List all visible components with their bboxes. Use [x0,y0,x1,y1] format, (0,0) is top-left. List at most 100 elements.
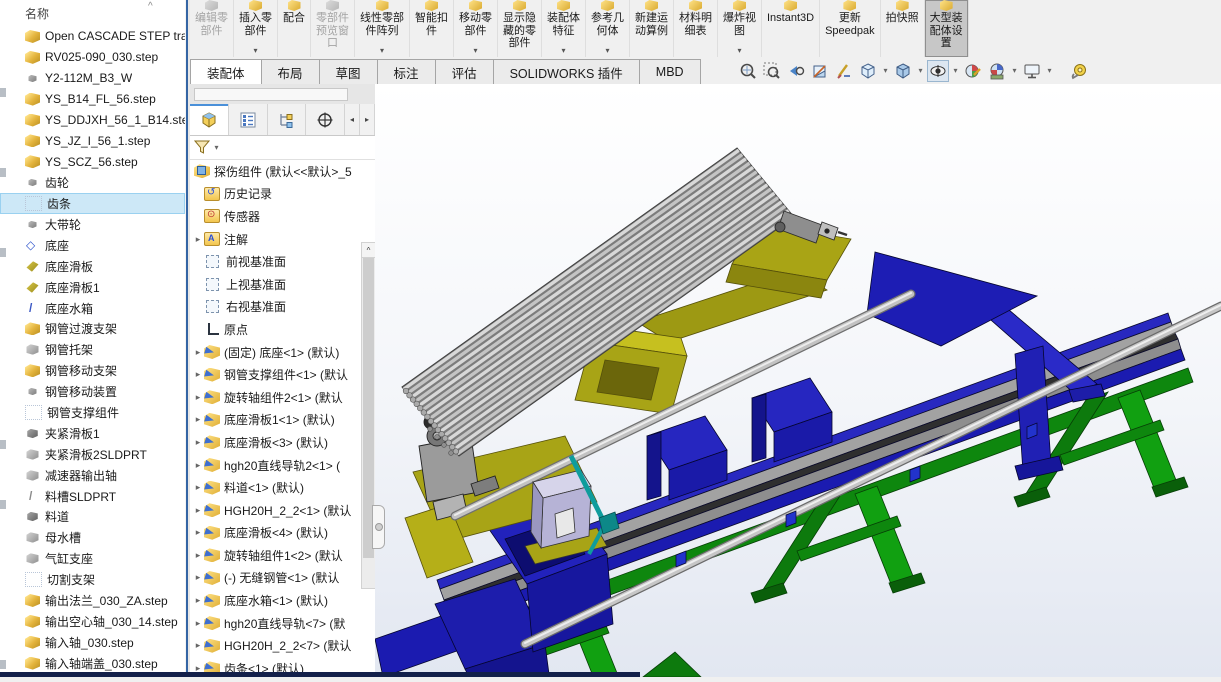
ribbon-button[interactable]: 大型装 配体设 置 [925,0,969,57]
ribbon-button[interactable]: 编辑零 部件 [190,0,234,57]
expand-arrow-icon[interactable]: ▸ [192,527,204,538]
display-style-icon[interactable] [892,60,914,82]
tree-item[interactable]: ▸ 钢管支撑组件<1> (默认 [190,363,375,386]
file-list-item[interactable]: YS_DDJXH_56_1_B14.ste [0,110,185,131]
ribbon-button[interactable]: 插入零 部件 ▾ [234,0,278,57]
file-list-item[interactable]: 底座 [0,235,185,256]
file-list-item[interactable]: YS_B14_FL_56.step [0,89,185,110]
file-list-item[interactable]: 输出法兰_030_ZA.step [0,590,185,611]
file-list-item[interactable]: 底座滑板 [0,256,185,277]
expand-arrow-icon[interactable]: ▸ [192,572,204,583]
ribbon-button[interactable]: 材料明 细表 [674,0,718,57]
file-list-item[interactable]: 切割支架 [0,569,185,590]
dimxpertmanager-tab[interactable] [306,104,345,135]
hide-show-items-caret-icon[interactable]: ▾ [951,66,960,75]
command-tab[interactable]: MBD [639,59,701,84]
command-tab[interactable]: 装配体 [190,59,262,84]
ribbon-button[interactable]: 爆炸视 图 ▾ [718,0,762,57]
tab-scroll-left-button[interactable]: ◂ [345,104,360,135]
filter-funnel-icon[interactable] [194,140,210,155]
command-tab[interactable]: 草图 [319,59,378,84]
expand-arrow-icon[interactable]: ▸ [192,392,204,403]
tree-item[interactable]: ▸ 料道<1> (默认) [190,476,375,499]
expand-arrow-icon[interactable]: ▸ [192,505,204,516]
ribbon-button[interactable]: 配合 [278,0,311,57]
edit-appearance-icon[interactable] [962,60,984,82]
name-column-header[interactable]: 名称 [25,5,49,22]
view-settings-icon[interactable] [1021,60,1043,82]
tree-root-item[interactable]: 探伤组件 (默认<<默认>_5 [190,160,375,183]
ribbon-button[interactable]: 智能扣 件 [410,0,454,57]
expand-arrow-icon[interactable]: ▸ [192,234,204,245]
file-list-item[interactable]: 夹紧滑板2SLDPRT [0,444,185,465]
expand-arrow-icon[interactable]: ▸ [192,663,204,672]
file-list-item[interactable]: 母水槽 [0,527,185,548]
expand-arrow-icon[interactable]: ▸ [192,618,204,629]
ribbon-button[interactable]: 新建运 动算例 [630,0,674,57]
ribbon-button[interactable]: Instant3D [762,0,820,57]
view-orientation-caret-icon[interactable]: ▾ [881,66,890,75]
expand-arrow-icon[interactable]: ▸ [192,640,204,651]
tree-item[interactable]: 原点 [190,318,375,341]
file-list-item[interactable]: 输入轴端盖_030.step [0,653,185,672]
tab-scroll-right-button[interactable]: ▸ [360,104,375,135]
view-orientation-icon[interactable] [857,60,879,82]
tree-item[interactable]: ▸ hgh20直线导轨2<1> ( [190,454,375,477]
file-list-item[interactable]: 钢管移动支架 [0,360,185,381]
file-list-item[interactable]: 气缸支座 [0,548,185,569]
tree-item[interactable]: ▸ 旋转轴组件1<2> (默认 [190,544,375,567]
tree-item[interactable]: 右视基准面 [190,296,375,319]
assembly-model[interactable] [375,84,1221,677]
measure-icon[interactable] [1068,60,1090,82]
tree-item[interactable]: 传感器 [190,205,375,228]
tree-item[interactable]: ▸ hgh20直线导轨<7> (默 [190,612,375,635]
hide-show-items-icon[interactable] [927,60,949,82]
file-list-item[interactable]: RV025-090_030.step [0,47,185,68]
expand-arrow-icon[interactable]: ▸ [192,595,204,606]
ribbon-button[interactable]: 拍快照 [881,0,925,57]
ribbon-button[interactable]: 装配体 特征 ▾ [542,0,586,57]
tree-item[interactable]: ▸ (-) 无缝钢管<1> (默认 [190,567,375,590]
tree-item[interactable]: 前视基准面 [190,250,375,273]
file-list-item[interactable]: Open CASCADE STEP tra [0,26,185,47]
expand-arrow-icon[interactable]: ▸ [192,460,204,471]
tree-item[interactable]: ▸ 底座滑板<3> (默认) [190,431,375,454]
apply-scene-icon[interactable] [986,60,1008,82]
configurationmanager-tab[interactable] [268,104,307,135]
annotation-view-icon[interactable] [833,60,855,82]
command-tab[interactable]: 评估 [435,59,494,84]
ribbon-button[interactable]: 零部件 预览窗 口 [311,0,355,57]
section-view-icon[interactable] [809,60,831,82]
tree-item[interactable]: ▸ HGH20H_2_2<7> (默认 [190,634,375,657]
tree-item[interactable]: 历史记录 [190,183,375,206]
scrollbar-up-arrow[interactable]: ^ [362,243,375,258]
tree-item[interactable]: ▸ 旋转轴组件2<1> (默认 [190,386,375,409]
ribbon-button[interactable]: 显示隐 藏的零 部件 [498,0,542,57]
command-tab[interactable]: SOLIDWORKS 插件 [493,59,640,84]
command-tab[interactable]: 布局 [261,59,320,84]
expand-arrow-icon[interactable]: ▸ [192,437,204,448]
tree-item[interactable]: ▸ (固定) 底座<1> (默认) [190,341,375,364]
tree-item[interactable]: ▸ HGH20H_2_2<1> (默认 [190,499,375,522]
file-list-item[interactable]: 输入轴_030.step [0,632,185,653]
ribbon-button[interactable]: 参考几 何体 ▾ [586,0,630,57]
ribbon-button[interactable]: 移动零 部件 ▾ [454,0,498,57]
tree-item[interactable]: ▸ 底座滑板1<1> (默认) [190,409,375,432]
horizontal-scrollbar[interactable] [194,88,348,101]
panel-collapse-handle[interactable] [372,505,385,549]
tree-item[interactable]: 上视基准面 [190,273,375,296]
previous-view-icon[interactable] [785,60,807,82]
file-list-item[interactable]: 减速器输出轴 [0,465,185,486]
file-list-item[interactable]: 底座水箱 [0,298,185,319]
file-list-header[interactable]: 名称 ^ [0,0,185,26]
tree-item[interactable]: ▸ 底座滑板<4> (默认) [190,522,375,545]
file-list-item[interactable]: 钢管支撑组件 [0,402,185,423]
file-list-item[interactable]: 齿轮 [0,172,185,193]
file-list-item[interactable]: 大带轮 [0,214,185,235]
file-list-item[interactable]: 底座滑板1 [0,277,185,298]
apply-scene-caret-icon[interactable]: ▾ [1010,66,1019,75]
file-list-item[interactable]: YS_JZ_I_56_1.step [0,130,185,151]
tree-item[interactable]: ▸ 底座水箱<1> (默认) [190,589,375,612]
ribbon-button[interactable]: 线性零部 件阵列 ▾ [355,0,410,57]
file-list-item[interactable]: YS_SCZ_56.step [0,151,185,172]
